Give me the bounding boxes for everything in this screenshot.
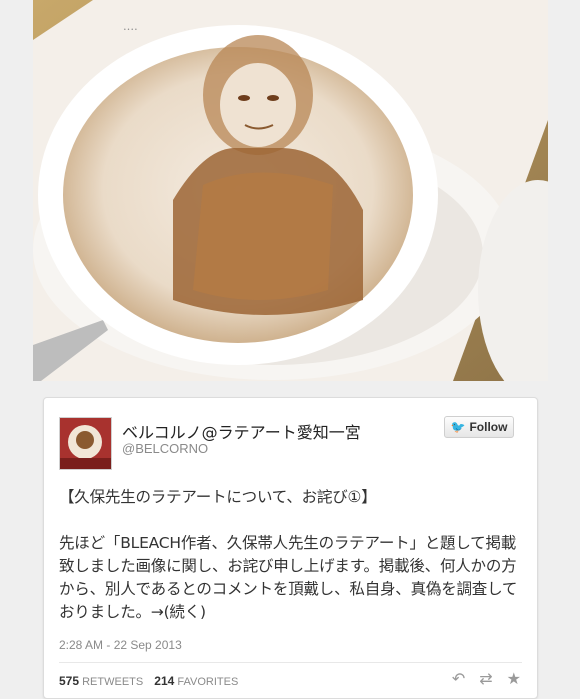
favorites-count[interactable]: 214: [154, 674, 174, 688]
tweet-headline: 【久保先生のラテアートについて、お詫び①】: [59, 488, 377, 506]
latte-art-photo: ‥‥: [33, 0, 548, 381]
svg-text:‥‥: ‥‥: [123, 20, 138, 33]
retweets-label[interactable]: RETWEETS: [82, 676, 143, 688]
follow-button[interactable]: 🐦 Follow: [444, 416, 514, 438]
user-handle[interactable]: @BELCORNO: [122, 441, 208, 456]
divider: [59, 662, 522, 663]
tweet-actions: ↶ ⇄ ★: [452, 669, 521, 688]
favorites-label[interactable]: FAVORITES: [177, 676, 238, 688]
avatar[interactable]: [59, 417, 112, 470]
tweet-timestamp[interactable]: 2:28 AM - 22 Sep 2013: [59, 638, 182, 652]
star-icon[interactable]: ★: [507, 669, 521, 688]
tweet-stats: 575 RETWEETS 214 FAVORITES: [59, 674, 238, 688]
tweet-body: 先ほど「BLEACH作者、久保帯人先生のラテアート」と題して掲載致しました画像に…: [59, 534, 518, 621]
embedded-tweet-card: ベルコルノ@ラテアート愛知一宮 @BELCORNO 🐦 Follow 【久保先生…: [43, 397, 538, 699]
twitter-bird-icon: 🐦: [450, 420, 466, 434]
follow-label: Follow: [469, 420, 508, 434]
display-name[interactable]: ベルコルノ@ラテアート愛知一宮: [122, 419, 361, 443]
retweets-count[interactable]: 575: [59, 674, 79, 688]
reply-icon[interactable]: ↶: [452, 669, 465, 688]
tweet-text: 【久保先生のラテアートについて、お詫び①】 先ほど「BLEACH作者、久保帯人先…: [59, 486, 524, 624]
retweet-icon[interactable]: ⇄: [479, 669, 492, 688]
